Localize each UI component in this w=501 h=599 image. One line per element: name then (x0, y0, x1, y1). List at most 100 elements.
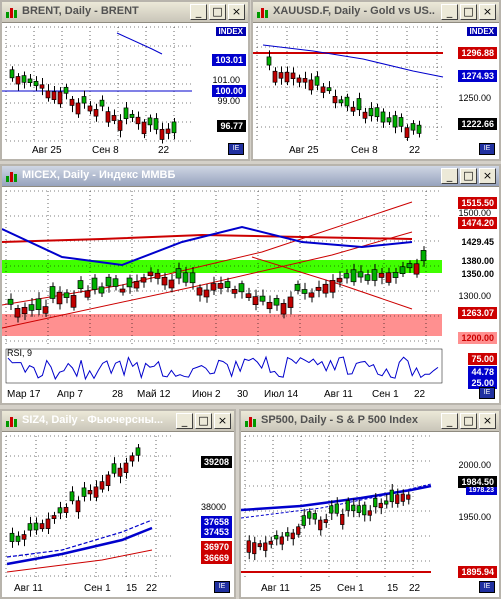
date-label: Сен 1 (84, 583, 111, 594)
axis-label: 101.00 (212, 75, 240, 85)
date-label: 25 (310, 583, 322, 594)
brent-chart-window[interactable]: BRENT, Daily - BRENT _ □ × INDEX 103.01 10… (0, 0, 250, 161)
maximize-button[interactable]: □ (460, 4, 477, 20)
ie-icon[interactable]: IE (228, 143, 244, 155)
minimize-button[interactable]: _ (190, 4, 207, 20)
price-label: 36669 (200, 552, 232, 564)
minimize-button[interactable]: _ (441, 4, 458, 20)
candlestick-chart (253, 26, 444, 141)
chart-icon (6, 172, 17, 182)
index-badge: INDEX (215, 27, 246, 36)
chart-icon (6, 8, 17, 18)
price-label: 1296.88 (458, 47, 497, 59)
title-bar[interactable]: SP500, Daily - S & P 500 Index _ □ × (241, 411, 499, 432)
price-label: 103.01 (212, 54, 246, 66)
title-bar[interactable]: BRENT, Daily - BRENT _ □ × (2, 2, 248, 23)
rsi-label: RSI, 9 (7, 348, 33, 358)
chart-icon (245, 417, 256, 427)
plot-area[interactable]: 1515.50 1500.00 1474.20 1429.45 1380.00 … (2, 187, 499, 403)
candlestick-chart (2, 26, 192, 144)
siz4-chart-window[interactable]: SIZ4, Daily - Фьючерсны... _ □ × 39208 380… (0, 409, 236, 599)
price-label: 1263.07 (458, 307, 497, 319)
window-title: MICEX, Daily - Индекс ММВБ (22, 169, 176, 181)
close-button[interactable]: × (479, 168, 496, 184)
date-label: Сен 8 (351, 145, 378, 156)
minimize-button[interactable]: _ (441, 413, 458, 429)
date-label: 22 (409, 145, 421, 156)
date-label: Сен 1 (337, 583, 364, 594)
date-label: Май 12 (137, 389, 171, 400)
window-title: XAUUSD.F, Daily - Gold vs US... (273, 5, 435, 17)
plot-area[interactable]: INDEX 103.01 101.00 100.00 99.00 96.77 А… (2, 23, 248, 159)
date-label: 22 (158, 145, 170, 156)
price-label: 1274.93 (458, 70, 497, 82)
plot-area[interactable]: 39208 38000 37658 37453 36970 36669 Авг … (2, 432, 234, 597)
last-price-label: 1429.45 (461, 237, 494, 247)
gold-chart-window[interactable]: XAUUSD.F, Daily - Gold vs US... _ □ × INDE… (251, 0, 501, 161)
candlestick-chart (2, 190, 443, 384)
price-label: 1895.94 (458, 566, 497, 578)
date-label: Сен 8 (92, 145, 119, 156)
date-label: 15 (387, 583, 399, 594)
date-label: Апр 7 (57, 389, 83, 400)
close-button[interactable]: × (479, 4, 496, 20)
date-label: 22 (409, 583, 421, 594)
chart-icon (257, 8, 268, 18)
last-price-label: 1222.66 (458, 118, 497, 130)
candlestick-chart (5, 435, 172, 580)
price-label: 37453 (200, 526, 232, 538)
window-title: BRENT, Daily - BRENT (22, 5, 139, 17)
rsi-label: 75.00 (468, 353, 497, 365)
axis-label: 2000.00 (458, 460, 491, 470)
minimize-button[interactable]: _ (441, 168, 458, 184)
date-label: 30 (237, 389, 249, 400)
price-label: 1200.00 (458, 332, 497, 344)
maximize-button[interactable]: □ (195, 413, 212, 429)
window-title: SIZ4, Daily - Фьючерсны... (22, 414, 164, 426)
date-label: Июл 14 (264, 389, 299, 400)
maximize-button[interactable]: □ (460, 168, 477, 184)
price-label: 1978.23 (465, 487, 497, 495)
date-label: Авг 11 (14, 583, 43, 594)
title-bar[interactable]: XAUUSD.F, Daily - Gold vs US... _ □ × (253, 2, 499, 23)
plot-area[interactable]: INDEX 1296.88 1274.93 1250.00 1222.66 Ав… (253, 23, 499, 159)
chart-icon (6, 417, 17, 427)
date-label: 15 (126, 583, 138, 594)
close-button[interactable]: × (479, 413, 496, 429)
ie-icon[interactable]: IE (479, 143, 495, 155)
maximize-button[interactable]: □ (209, 4, 226, 20)
price-label: 1474.20 (458, 217, 497, 229)
axis-label: 99.00 (217, 96, 240, 106)
ie-icon[interactable]: IE (479, 581, 495, 593)
minimize-button[interactable]: _ (176, 413, 193, 429)
axis-label: 38000 (200, 502, 226, 512)
ie-icon[interactable]: IE (479, 387, 495, 399)
title-bar[interactable]: MICEX, Daily - Индекс ММВБ _ □ × (2, 166, 499, 187)
last-price-label: 96.77 (217, 120, 246, 132)
level-label: 1380.00 (461, 256, 494, 266)
close-button[interactable]: × (214, 413, 231, 429)
date-label: Июн 2 (192, 389, 221, 400)
date-label: Сен 1 (372, 389, 399, 400)
date-label: Авг 25 (289, 145, 319, 156)
index-badge: INDEX (466, 27, 497, 36)
date-label: 22 (414, 389, 426, 400)
window-title: SP500, Daily - S & P 500 Index (261, 414, 418, 426)
maximize-button[interactable]: □ (460, 413, 477, 429)
axis-label: 1950.00 (458, 512, 491, 522)
date-label: Авг 11 (324, 389, 353, 400)
last-price-label: 39208 (200, 456, 232, 468)
title-bar[interactable]: SIZ4, Daily - Фьючерсны... _ □ × (2, 411, 234, 432)
date-label: Авг 11 (261, 583, 290, 594)
micex-chart-window[interactable]: MICEX, Daily - Индекс ММВБ _ □ × 1515.50 1… (0, 164, 501, 405)
sp500-chart-window[interactable]: SP500, Daily - S & P 500 Index _ □ × 2000.… (239, 409, 501, 599)
close-button[interactable]: × (228, 4, 245, 20)
ie-icon[interactable]: IE (214, 581, 230, 593)
date-label: 28 (112, 389, 124, 400)
plot-area[interactable]: 2000.00 1984.50 1978.23 1950.00 1895.94 … (241, 432, 499, 597)
axis-label: 1300.00 (458, 291, 491, 301)
date-label: Авг 25 (32, 145, 62, 156)
date-label: Мар 17 (7, 389, 41, 400)
level-label: 1350.00 (461, 269, 494, 279)
axis-label: 1250.00 (458, 93, 491, 103)
